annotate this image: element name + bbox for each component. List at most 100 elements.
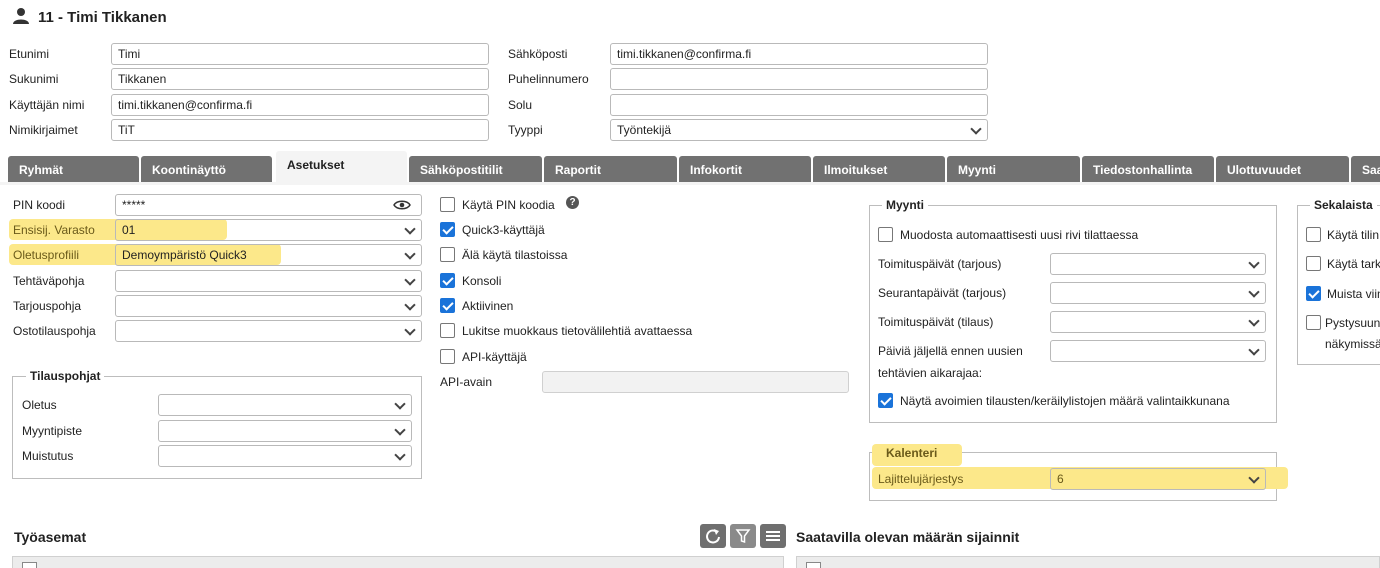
sales-point-label: Myyntipiste xyxy=(22,424,83,438)
initials-input[interactable]: TiT xyxy=(111,119,489,141)
tab-koontinäyttö[interactable]: Koontinäyttö xyxy=(141,156,272,182)
followup-days-offer-label: Seurantapäivät (tarjous) xyxy=(878,286,1007,300)
workstations-table-header xyxy=(12,556,784,568)
quick3-user-label: Quick3-käyttäjä xyxy=(462,223,545,237)
tab-myynti[interactable]: Myynti xyxy=(947,156,1080,182)
profile-select[interactable]: Demoympäristö Quick3 xyxy=(115,244,422,266)
use-pin-label: Käytä PIN koodia xyxy=(462,198,555,212)
delivery-days-order-label: Toimituspäivät (tilaus) xyxy=(878,315,994,329)
cell-label: Solu xyxy=(508,98,533,112)
tab-raportit[interactable]: Raportit xyxy=(544,156,677,182)
initials-label: Nimikirjaimet xyxy=(9,123,78,137)
first-name-input[interactable]: Timi xyxy=(111,43,489,65)
tab-asetukset[interactable]: Asetukset xyxy=(276,151,407,184)
menu-icon xyxy=(766,531,780,541)
locations-select-all-checkbox[interactable] xyxy=(806,562,821,568)
first-name-label: Etunimi xyxy=(9,47,50,61)
lock-edit-checkbox[interactable] xyxy=(440,323,455,338)
auto-row-checkbox[interactable] xyxy=(878,227,893,242)
misc-label-4: Pystysuun xyxy=(1325,316,1380,330)
email-input[interactable]: timi.tikkanen@confirma.fi xyxy=(610,43,988,65)
offer-template-label: Tarjouspohja xyxy=(13,299,82,313)
api-user-label: API-käyttäjä xyxy=(462,350,527,364)
misc-checkbox-2[interactable] xyxy=(1306,256,1321,271)
calendar-legend: Kalenteri xyxy=(886,446,938,460)
show-open-label: Näytä avoimien tilausten/keräilylistojen… xyxy=(900,394,1230,408)
use-pin-checkbox[interactable] xyxy=(440,197,455,212)
workstations-select-all-checkbox[interactable] xyxy=(22,562,37,568)
show-open-checkbox[interactable] xyxy=(878,393,893,408)
workstations-title: Työasemat xyxy=(14,529,87,545)
locations-table-header xyxy=(796,556,1380,568)
last-name-label: Sukunimi xyxy=(9,72,59,86)
tab-infokortit[interactable]: Infokortit xyxy=(679,156,811,182)
type-select[interactable]: Työntekijä xyxy=(610,119,988,141)
refresh-icon xyxy=(706,529,720,544)
offer-template-select[interactable] xyxy=(115,295,422,317)
email-label: Sähköposti xyxy=(508,47,568,61)
phone-input[interactable] xyxy=(610,68,988,90)
warehouse-label: Ensisij. Varasto xyxy=(13,223,95,237)
misc-label-4b: näkymissä xyxy=(1325,337,1380,351)
tab-ilmoitukset[interactable]: Ilmoitukset xyxy=(813,156,945,182)
no-stats-label: Älä käytä tilastoissa xyxy=(462,248,568,262)
followup-days-offer-select[interactable] xyxy=(1050,282,1266,304)
quick3-user-checkbox[interactable] xyxy=(440,222,455,237)
misc-label-2: Käytä tark xyxy=(1327,257,1380,271)
order-default-label: Oletus xyxy=(22,398,57,412)
task-template-select[interactable] xyxy=(115,270,422,292)
api-user-checkbox[interactable] xyxy=(440,349,455,364)
filter-icon xyxy=(735,529,751,544)
misc-checkbox-3[interactable] xyxy=(1306,286,1321,301)
page-title: 11 - Timi Tikkanen xyxy=(38,9,167,26)
days-left-label-line1: Päiviä jäljellä ennen uusien xyxy=(878,344,1023,358)
days-left-select[interactable] xyxy=(1050,340,1266,362)
sort-order-label: Lajittelujärjestys xyxy=(878,472,964,486)
username-input[interactable]: timi.tikkanen@confirma.fi xyxy=(111,94,489,116)
delivery-days-offer-select[interactable] xyxy=(1050,253,1266,275)
warehouse-select[interactable]: 01 xyxy=(115,219,422,241)
misc-checkbox-1[interactable] xyxy=(1306,227,1321,242)
sales-point-select[interactable] xyxy=(158,420,412,442)
console-checkbox[interactable] xyxy=(440,273,455,288)
pin-input[interactable]: ***** xyxy=(115,194,422,216)
pin-label: PIN koodi xyxy=(13,198,66,212)
sort-order-select[interactable]: 6 xyxy=(1050,468,1266,490)
eye-icon[interactable] xyxy=(393,199,411,211)
misc-label-1: Käytä tilin xyxy=(1327,228,1380,242)
tab-ulottuvuudet[interactable]: Ulottuvuudet xyxy=(1216,156,1349,182)
delivery-days-offer-label: Toimituspäivät (tarjous) xyxy=(878,257,1002,271)
reminder-select[interactable] xyxy=(158,445,412,467)
cell-input[interactable] xyxy=(610,94,988,116)
tab-ryhmät[interactable]: Ryhmät xyxy=(8,156,139,182)
locations-title: Saatavilla olevan määrän sijainnit xyxy=(796,529,1020,545)
refresh-button[interactable] xyxy=(700,524,726,548)
type-label: Tyyppi xyxy=(508,123,543,137)
username-label: Käyttäjän nimi xyxy=(9,98,85,112)
days-left-label-line2: tehtävien aikarajaa: xyxy=(878,366,983,380)
reminder-label: Muistutus xyxy=(22,449,74,463)
phone-label: Puhelinnumero xyxy=(508,72,589,86)
auto-row-label: Muodosta automaattisesti uusi rivi tilat… xyxy=(900,228,1139,242)
misc-checkbox-4[interactable] xyxy=(1306,315,1321,330)
tab-tiedostonhallinta[interactable]: Tiedostonhallinta xyxy=(1082,156,1214,182)
api-key-input[interactable] xyxy=(542,371,849,393)
no-stats-checkbox[interactable] xyxy=(440,247,455,262)
api-key-label: API-avain xyxy=(440,375,493,389)
help-icon[interactable]: ? xyxy=(566,196,579,209)
tab-sähköpostitilit[interactable]: Sähköpostitilit xyxy=(409,156,542,182)
console-label: Konsoli xyxy=(462,274,502,288)
last-name-input[interactable]: Tikkanen xyxy=(111,68,489,90)
purchase-template-select[interactable] xyxy=(115,320,422,342)
filter-button[interactable] xyxy=(730,524,756,548)
delivery-days-order-select[interactable] xyxy=(1050,311,1266,333)
tab-panel-background xyxy=(0,182,1380,185)
person-icon xyxy=(12,7,30,25)
misc-legend: Sekalaista xyxy=(1310,198,1377,212)
lock-edit-label: Lukitse muokkaus tietovälilehtiä avattae… xyxy=(462,324,693,338)
active-checkbox[interactable] xyxy=(440,298,455,313)
tab-saa[interactable]: Saa xyxy=(1351,156,1380,182)
purchase-template-label: Ostotilauspohja xyxy=(13,324,96,338)
order-default-select[interactable] xyxy=(158,394,412,416)
menu-button[interactable] xyxy=(760,524,786,548)
